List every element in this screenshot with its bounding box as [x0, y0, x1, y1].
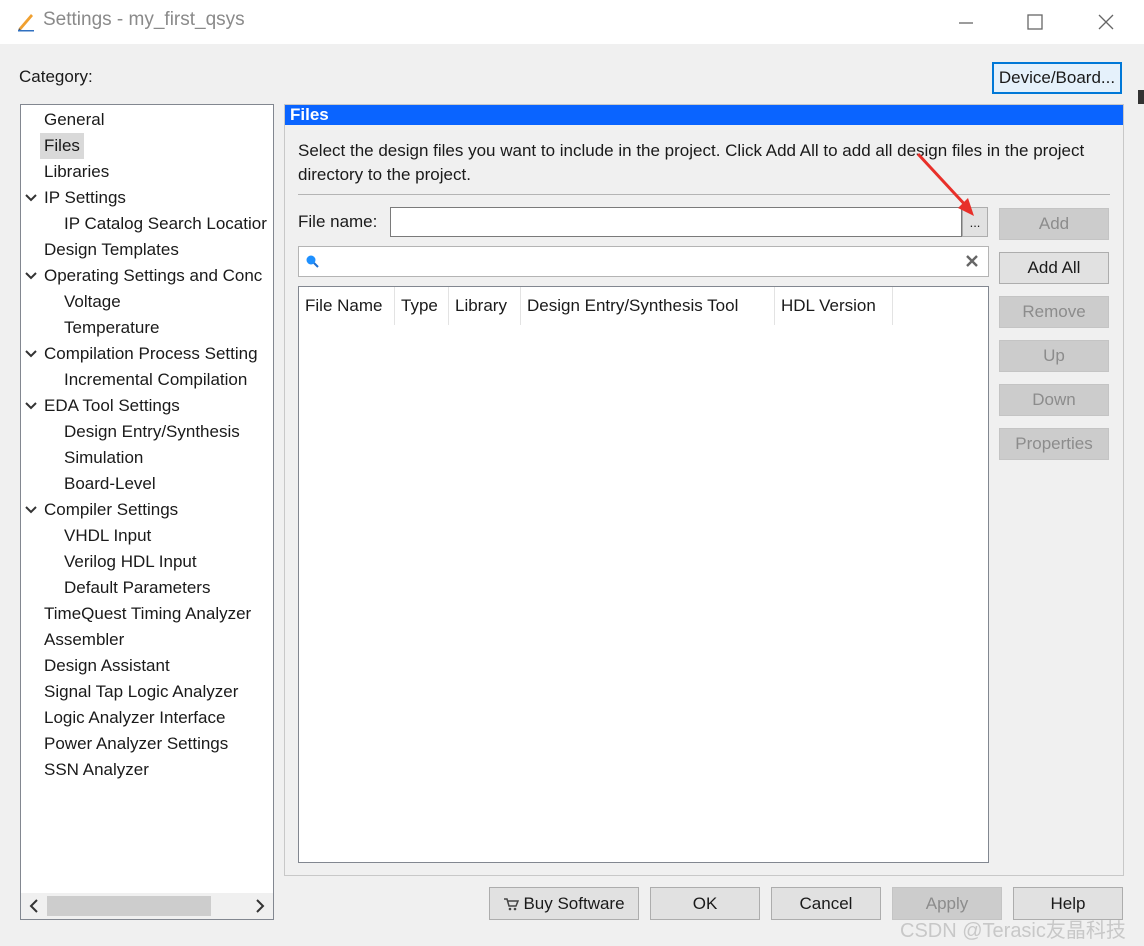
tree-item-label: Power Analyzer Settings [44, 734, 229, 753]
close-icon [1098, 14, 1114, 30]
chevron-down-icon[interactable] [24, 400, 38, 412]
tree-item[interactable]: Logic Analyzer Interface [21, 705, 273, 731]
tree-item-label: Files [40, 133, 84, 159]
tree-item-label: Design Assistant [44, 656, 170, 675]
device-board-button[interactable]: Device/Board... [992, 62, 1122, 94]
tree-item[interactable]: Compiler Settings [21, 497, 273, 523]
tree-item[interactable]: Temperature [21, 315, 273, 341]
tree-item-label: Default Parameters [64, 578, 211, 597]
tree-item[interactable]: Design Templates [21, 237, 273, 263]
cart-icon [504, 897, 520, 910]
tree-item[interactable]: Power Analyzer Settings [21, 731, 273, 757]
tree-item[interactable]: Voltage [21, 289, 273, 315]
tree-item-label: TimeQuest Timing Analyzer [44, 604, 252, 623]
tree-item[interactable]: TimeQuest Timing Analyzer [21, 601, 273, 627]
chevron-down-icon[interactable] [24, 348, 38, 360]
settings-pencil-icon [18, 14, 34, 32]
scroll-right-icon[interactable] [253, 898, 267, 914]
tree-item[interactable]: VHDL Input [21, 523, 273, 549]
tree-item-label: Incremental Compilation [64, 370, 248, 389]
watermark: CSDN @Terasic友晶科技 [900, 920, 1126, 942]
column-header-design-entry-tool[interactable]: Design Entry/Synthesis Tool [521, 287, 775, 325]
category-label: Category: [19, 67, 93, 86]
buy-software-label: Buy Software [523, 893, 625, 913]
chevron-down-icon[interactable] [24, 192, 38, 204]
cancel-button[interactable]: Cancel [771, 887, 881, 920]
category-tree[interactable]: General Files Libraries IP Settings IP Catal… [20, 104, 274, 920]
tree-item-label: Voltage [64, 292, 121, 311]
tree-item[interactable]: Signal Tap Logic Analyzer [21, 679, 273, 705]
background-edge [1138, 90, 1144, 104]
minimize-button[interactable] [938, 4, 994, 40]
tree-item[interactable]: IP Catalog Search Locatior [21, 211, 273, 237]
tree-item-label: Signal Tap Logic Analyzer [44, 682, 239, 701]
tree-item-label: Operating Settings and Conc [44, 266, 263, 285]
add-all-button[interactable]: Add All [999, 252, 1109, 284]
tree-item[interactable]: Design Entry/Synthesis [21, 419, 273, 445]
minimize-icon [959, 22, 973, 24]
tree-item-label: SSN Analyzer [44, 760, 149, 779]
tree-item-label: Design Templates [44, 240, 179, 259]
tree-item-label: Verilog HDL Input [64, 552, 197, 571]
tree-item-label: Temperature [64, 318, 160, 337]
column-header-file-name[interactable]: File Name [299, 287, 395, 325]
tree-item[interactable]: Libraries [21, 159, 273, 185]
tree-item-label: IP Settings [44, 188, 126, 207]
tree-item[interactable]: Verilog HDL Input [21, 549, 273, 575]
column-header-library[interactable]: Library [449, 287, 521, 325]
buy-software-button[interactable]: Buy Software [489, 887, 639, 920]
add-button[interactable]: Add [999, 208, 1109, 240]
tree-item[interactable]: Default Parameters [21, 575, 273, 601]
down-button[interactable]: Down [999, 384, 1109, 416]
file-name-input[interactable] [390, 207, 962, 237]
file-name-label: File name: [298, 212, 378, 231]
close-button[interactable] [1078, 4, 1134, 40]
column-header-hdl-version[interactable]: HDL Version [775, 287, 893, 325]
ok-button[interactable]: OK [650, 887, 760, 920]
tree-item-label: Logic Analyzer Interface [44, 708, 226, 727]
tree-item-label: VHDL Input [64, 526, 152, 545]
tree-item[interactable]: General [21, 107, 273, 133]
files-table[interactable]: File Name Type Library Design Entry/Synt… [298, 286, 989, 863]
window-title: Settings - my_first_qsys [43, 9, 245, 30]
tree-item-label: Simulation [64, 448, 144, 467]
tree-horizontal-scrollbar[interactable] [21, 893, 273, 919]
tree-item-label: Compilation Process Setting [44, 344, 258, 363]
scroll-left-icon[interactable] [27, 898, 41, 914]
properties-button[interactable]: Properties [999, 428, 1109, 460]
chevron-down-icon[interactable] [24, 270, 38, 282]
tree-item[interactable]: Board-Level [21, 471, 273, 497]
files-panel-header: Files [285, 105, 1123, 125]
tree-item-label: Design Entry/Synthesis [64, 422, 240, 441]
tree-item[interactable]: Incremental Compilation [21, 367, 273, 393]
column-header-type[interactable]: Type [395, 287, 449, 325]
search-icon [306, 255, 319, 268]
tree-item[interactable]: Compilation Process Setting [21, 341, 273, 367]
maximize-button[interactable] [1007, 4, 1063, 40]
tree-item[interactable]: Simulation [21, 445, 273, 471]
tree-item[interactable]: Design Assistant [21, 653, 273, 679]
chevron-down-icon[interactable] [24, 504, 38, 516]
tree-item[interactable]: Operating Settings and Conc [21, 263, 273, 289]
tree-item[interactable]: Assembler [21, 627, 273, 653]
tree-item-label: Board-Level [64, 474, 156, 493]
search-input[interactable] [298, 246, 989, 277]
tree-item[interactable]: IP Settings [21, 185, 273, 211]
tree-item-label: Compiler Settings [44, 500, 179, 519]
scrollbar-thumb[interactable] [47, 896, 211, 916]
clear-search-icon[interactable] [963, 252, 981, 270]
tree-item-label: IP Catalog Search Locatior [64, 214, 267, 233]
tree-item[interactable]: SSN Analyzer [21, 757, 273, 783]
tree-item-label: EDA Tool Settings [44, 396, 180, 415]
remove-button[interactable]: Remove [999, 296, 1109, 328]
tree-item-label: General [44, 110, 105, 129]
tree-item[interactable]: EDA Tool Settings [21, 393, 273, 419]
tree-item-label: Assembler [44, 630, 125, 649]
tree-item-label: Libraries [44, 162, 110, 181]
annotation-arrow-icon [916, 152, 974, 216]
maximize-icon [1027, 14, 1043, 30]
tree-item[interactable]: Files [21, 133, 273, 159]
up-button[interactable]: Up [999, 340, 1109, 372]
